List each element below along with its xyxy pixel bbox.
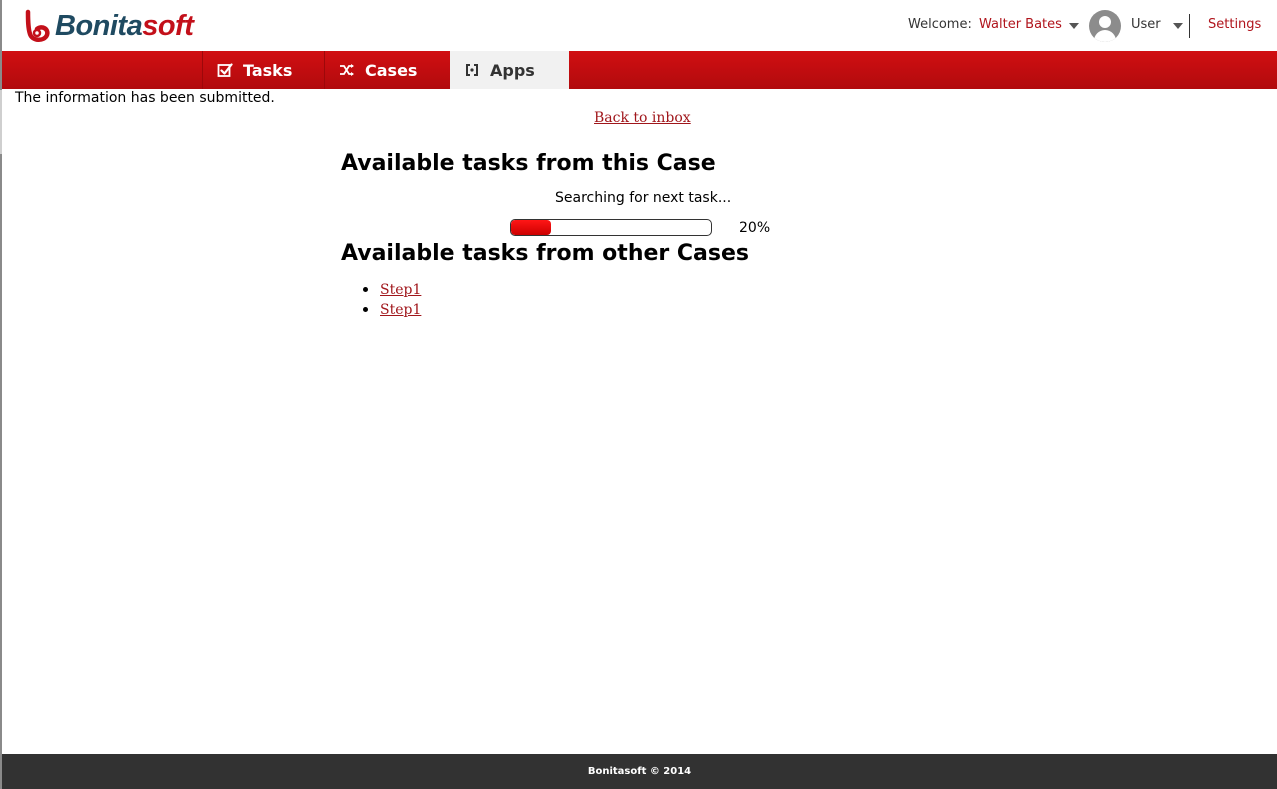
list-item: Step1 <box>363 300 421 320</box>
logo-text-part1: Bonita <box>55 9 143 42</box>
avatar[interactable] <box>1089 10 1121 42</box>
nav-tab-cases-label: Cases <box>365 60 418 80</box>
checkbox-icon <box>217 63 233 77</box>
progress-bar <box>510 219 712 236</box>
profile-dropdown[interactable]: User <box>1131 17 1161 32</box>
progress-percentage: 20% <box>739 220 771 236</box>
other-tasks-list: Step1 Step1 <box>363 280 421 320</box>
settings-link[interactable]: Settings <box>1208 17 1261 32</box>
nav-tab-cases[interactable]: Cases <box>324 51 450 89</box>
page-footer: Bonitasoft © 2014 <box>2 754 1277 789</box>
main-navbar: Tasks Cases Apps <box>2 51 1277 89</box>
progress-bar-fill <box>511 220 551 235</box>
list-item: Step1 <box>363 280 421 300</box>
nav-tab-tasks[interactable]: Tasks <box>202 51 324 89</box>
user-name-dropdown[interactable]: Walter Bates <box>979 17 1062 32</box>
top-header: Bonitasoft Welcome: Walter Bates User Se… <box>2 0 1277 51</box>
submitted-message: The information has been submitted. <box>15 90 275 106</box>
footer-copyright: Bonitasoft © 2014 <box>587 766 692 777</box>
avatar-head-shape <box>1099 16 1111 28</box>
other-cases-heading: Available tasks from other Cases <box>341 241 750 266</box>
logo-text-part2: soft <box>142 9 194 42</box>
this-case-heading: Available tasks from this Case <box>341 151 716 176</box>
nav-tab-apps[interactable]: Apps <box>450 51 569 89</box>
welcome-label: Welcome: <box>908 17 972 32</box>
shuffle-icon <box>340 64 354 76</box>
apps-icon <box>466 64 478 76</box>
bonitasoft-logo-icon <box>25 9 50 42</box>
bonitasoft-logo[interactable]: Bonitasoft <box>22 8 194 44</box>
logo-text: Bonitasoft <box>55 9 194 43</box>
user-name-chevron-down-icon[interactable] <box>1069 23 1079 29</box>
list-bullet <box>363 307 368 312</box>
task-link-step1[interactable]: Step1 <box>380 282 421 298</box>
list-bullet <box>363 287 368 292</box>
back-to-inbox-link[interactable]: Back to inbox <box>594 110 691 126</box>
avatar-body-shape <box>1094 30 1116 42</box>
nav-tab-apps-label: Apps <box>490 60 535 80</box>
searching-status: Searching for next task... <box>555 190 732 206</box>
header-divider <box>1189 14 1190 38</box>
nav-tab-tasks-label: Tasks <box>243 60 293 80</box>
window-border-highlight <box>0 90 2 154</box>
profile-chevron-down-icon[interactable] <box>1173 23 1183 29</box>
task-link-step1[interactable]: Step1 <box>380 302 421 318</box>
